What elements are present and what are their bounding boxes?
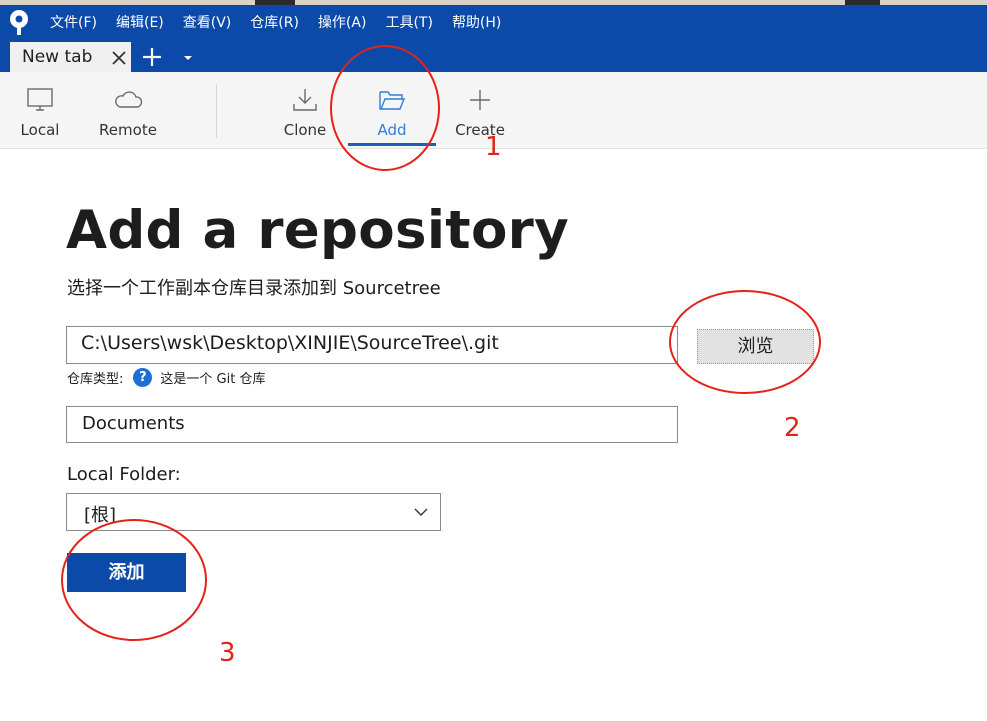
- chevron-down-icon: [414, 508, 428, 516]
- annotation-number-3: 3: [219, 638, 236, 668]
- menu-tools[interactable]: 工具(T): [385, 12, 432, 34]
- toolbar-add-label: Add: [377, 121, 407, 139]
- sourcetree-logo-icon: [10, 10, 28, 35]
- monitor-icon: [27, 88, 53, 111]
- toolbar-clone[interactable]: Clone: [277, 72, 333, 149]
- close-icon[interactable]: [109, 48, 129, 68]
- toolbar-separator: [216, 84, 217, 138]
- toolbar-local-label: Local: [20, 121, 60, 139]
- annotation-number-2: 2: [784, 413, 801, 443]
- repository-name-field[interactable]: Documents: [66, 406, 678, 443]
- repository-type-row: 仓库类型: ? 这是一个 Git 仓库: [67, 367, 265, 387]
- download-icon: [293, 89, 317, 111]
- toolbar-local[interactable]: Local: [12, 72, 68, 149]
- menu-view[interactable]: 查看(V): [183, 12, 232, 34]
- menu-edit[interactable]: 编辑(E): [116, 12, 164, 34]
- sourcetree-window: 文件(F) 编辑(E) 查看(V) 仓库(R) 操作(A) 工具(T) 帮助(H…: [0, 0, 987, 721]
- local-folder-label: Local Folder:: [67, 464, 181, 485]
- browse-button[interactable]: 浏览: [697, 329, 814, 364]
- plus-icon: [470, 90, 490, 110]
- menu-help[interactable]: 帮助(H): [452, 12, 501, 34]
- window-top-strip: [0, 0, 987, 5]
- toolbar-remote-label: Remote: [99, 121, 157, 139]
- annotation-number-1: 1: [485, 132, 502, 162]
- menu-bar: 文件(F) 编辑(E) 查看(V) 仓库(R) 操作(A) 工具(T) 帮助(H…: [50, 12, 520, 34]
- help-question-icon: ?: [133, 367, 153, 387]
- repository-path-field[interactable]: C:\Users\wsk\Desktop\XINJIE\SourceTree\.…: [66, 326, 678, 364]
- menu-repository[interactable]: 仓库(R): [250, 12, 299, 34]
- toolbar-remote[interactable]: Remote: [96, 72, 160, 149]
- local-folder-value: [根]: [84, 505, 117, 526]
- page-subtitle: 选择一个工作副本仓库目录添加到 Sourcetree: [67, 278, 441, 299]
- repository-type-label: 仓库类型:: [67, 371, 124, 387]
- page-title: Add a repository: [66, 200, 569, 261]
- cloud-icon: [115, 91, 143, 108]
- title-bar: 文件(F) 编辑(E) 查看(V) 仓库(R) 操作(A) 工具(T) 帮助(H…: [0, 0, 987, 73]
- toolbar-clone-label: Clone: [283, 121, 327, 139]
- active-tab-underline: [348, 143, 436, 146]
- menu-actions[interactable]: 操作(A): [318, 12, 367, 34]
- tab-new-tab[interactable]: New tab: [10, 42, 131, 73]
- repository-type-value: 这是一个 Git 仓库: [160, 371, 266, 387]
- menu-file[interactable]: 文件(F): [50, 12, 97, 34]
- tab-dropdown-icon[interactable]: [181, 52, 195, 64]
- toolbar-add[interactable]: Add: [364, 72, 420, 149]
- folder-open-icon: [379, 91, 406, 110]
- new-tab-plus-icon[interactable]: [141, 46, 163, 68]
- tab-label: New tab: [22, 47, 93, 67]
- local-folder-select[interactable]: [根]: [66, 493, 441, 531]
- add-button[interactable]: 添加: [67, 553, 186, 592]
